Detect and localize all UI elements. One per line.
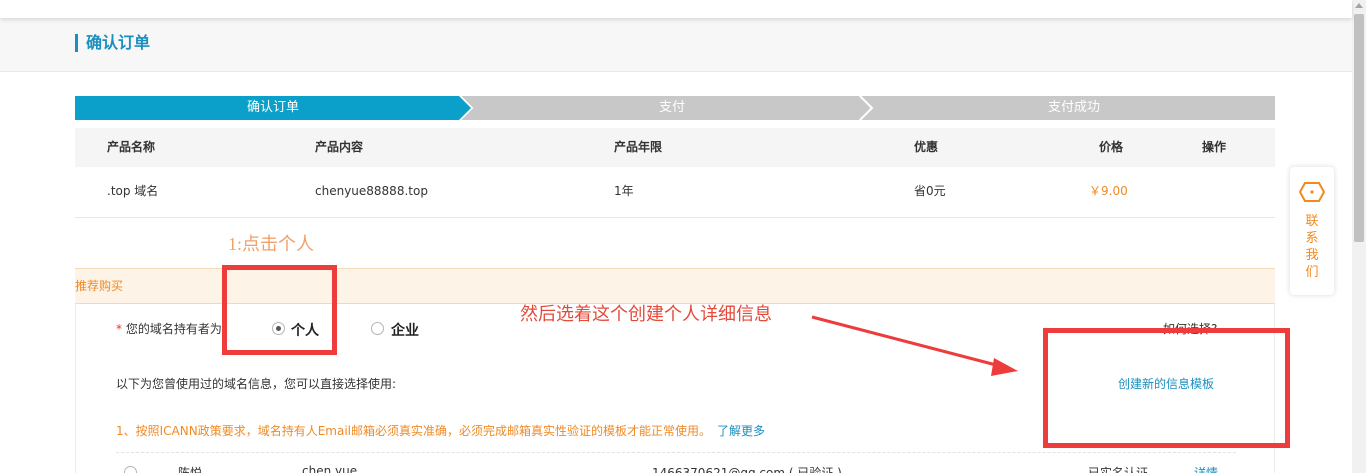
recommend-label: 推荐购买 (75, 279, 124, 293)
scroll-up-icon[interactable] (1355, 3, 1363, 8)
product-term-cell: 1年 (614, 184, 634, 198)
template-status: 已实名认证 (1088, 466, 1149, 473)
col-price: 价格 (1099, 140, 1124, 154)
step-progress: 确认订单 支付 支付成功 (75, 96, 1275, 120)
contact-us-label: 联系我们 (1305, 214, 1319, 280)
icann-notice-text: 1、按照ICANN政策要求，域名持有人Email邮箱必须真实准确，必须完成邮箱真… (116, 424, 712, 438)
product-name-cell: .top 域名 (107, 184, 159, 198)
owner-label-text: 您的域名持有者为: (125, 322, 226, 336)
order-table-header: 产品名称 产品内容 产品年限 优惠 价格 操作 (75, 128, 1275, 167)
annotation-box-create-template (1043, 328, 1290, 448)
radio-enterprise[interactable] (371, 322, 384, 335)
step-confirm-order: 确认订单 (246, 100, 299, 115)
step-payment: 支付 (658, 100, 685, 115)
step-payment-success: 支付成功 (1047, 100, 1100, 115)
required-mark: * (116, 322, 122, 336)
annotation-box-individual (222, 265, 337, 355)
page-title: 确认订单 (75, 34, 150, 52)
annotation-step1: 1:点击个人 (228, 234, 315, 254)
col-product-term: 产品年限 (614, 140, 663, 154)
price-cell: ￥9.00 (1089, 184, 1128, 198)
col-product-content: 产品内容 (315, 140, 364, 154)
template-email: 1466370621@qq.com ( 已验证 ) (652, 466, 842, 473)
radio-enterprise-label[interactable]: 企业 (391, 320, 419, 340)
learn-more-link[interactable]: 了解更多 (717, 424, 765, 438)
icann-notice: 1、按照ICANN政策要求，域名持有人Email邮箱必须真实准确，必须完成邮箱真… (116, 422, 765, 439)
used-info-text: 以下为您曾使用过的域名信息，您可以直接选择使用: (116, 377, 397, 391)
product-content-cell: chenyue88888.top (315, 184, 428, 198)
template-holder-pinyin: chen yue (302, 464, 358, 473)
template-holder-name: 陈悦 (178, 466, 203, 473)
radio-template-select[interactable] (124, 466, 137, 473)
table-row: .top 域名 chenyue88888.top 1年 省0元 ￥9.00 (75, 167, 1275, 218)
col-product-name: 产品名称 (107, 140, 156, 154)
divider (116, 452, 1236, 453)
header-band (0, 18, 1352, 72)
discount-cell: 省0元 (914, 184, 946, 198)
annotation-step2: 然后选着这个创建个人详细信息 (520, 304, 772, 324)
col-discount: 优惠 (914, 140, 939, 154)
owner-label: * 您的域名持有者为: (116, 320, 226, 337)
scrollbar[interactable] (1352, 0, 1366, 473)
col-action: 操作 (1202, 140, 1227, 154)
message-hexagon-icon (1299, 182, 1325, 202)
scrollbar-thumb[interactable] (1354, 14, 1364, 242)
top-bar (0, 0, 1352, 18)
contact-us-widget[interactable]: 联系我们 (1290, 167, 1334, 295)
template-detail-link[interactable]: 详情 (1194, 464, 1218, 473)
